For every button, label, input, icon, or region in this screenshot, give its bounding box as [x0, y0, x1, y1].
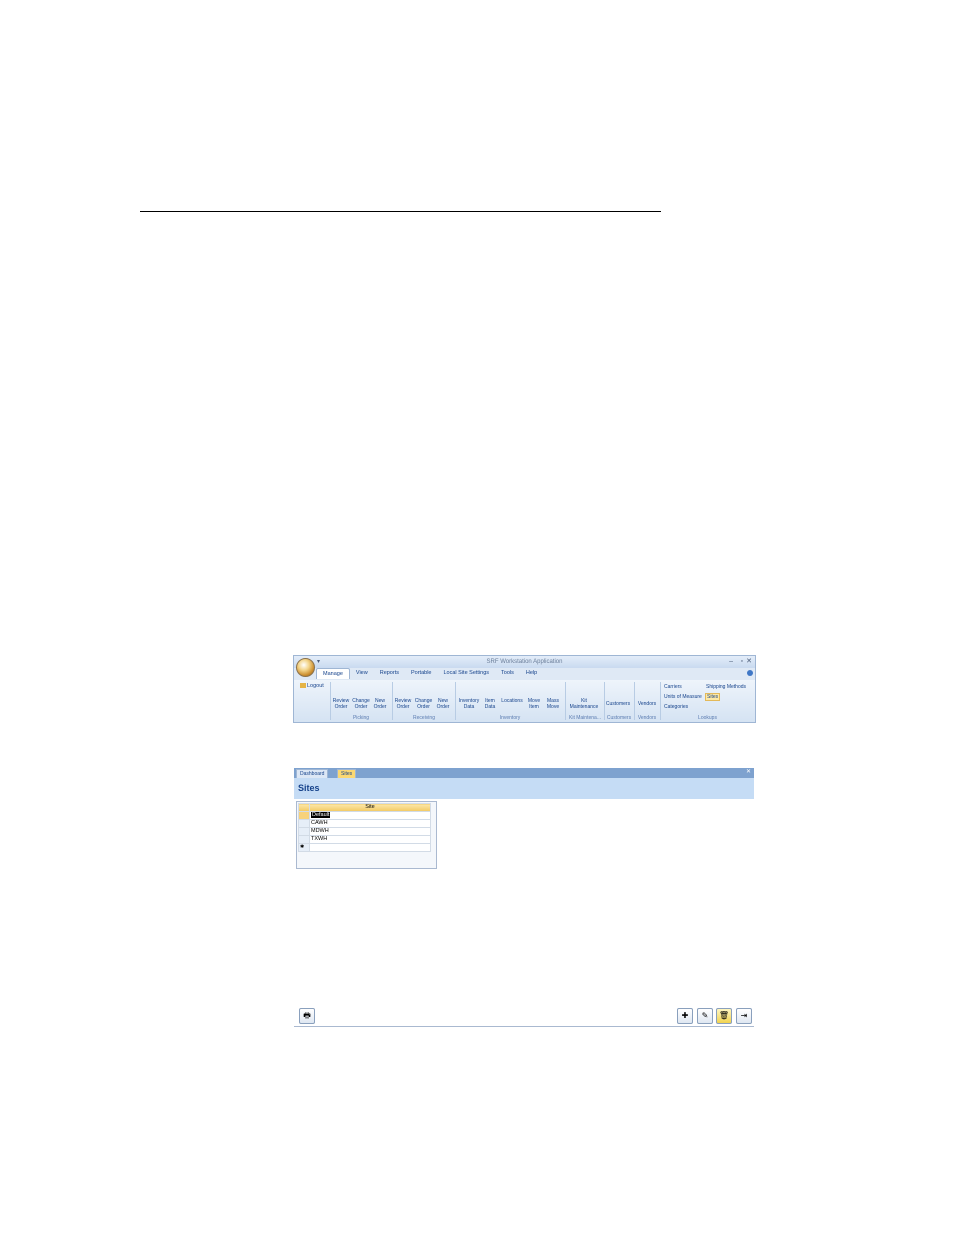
lookup-categories[interactable]: Categories	[664, 704, 688, 710]
tab-local-site-settings[interactable]: Local Site Settings	[437, 668, 495, 679]
lookup-sites[interactable]: Sites	[705, 693, 721, 701]
help-icon[interactable]	[747, 670, 753, 676]
lookup-carriers[interactable]: Carriers	[664, 684, 682, 690]
minimize-icon[interactable]: –	[729, 657, 733, 667]
group-separator	[392, 682, 393, 720]
add-record-button[interactable]: ✚	[677, 1008, 693, 1024]
sites-table: Site Default CAWH MDWH TXWH ✱	[298, 803, 431, 852]
print-icon: 🖶	[303, 1011, 311, 1020]
quick-access-icon[interactable]: ▾	[317, 658, 320, 665]
locations-button[interactable]: Locations	[499, 698, 525, 704]
logout-button[interactable]: Logout	[300, 683, 324, 689]
lookup-units-of-measure[interactable]: Units of Measure	[664, 694, 702, 700]
table-row[interactable]: CAWH	[298, 819, 431, 828]
exit-icon: ⇥	[740, 1011, 748, 1020]
document-link-continued[interactable]	[292, 548, 342, 560]
office-button-icon[interactable]	[296, 658, 315, 677]
column-header-site[interactable]: Site	[309, 803, 431, 812]
sites-datagrid: Site Default CAWH MDWH TXWH ✱	[296, 801, 437, 869]
new-row-icon[interactable]: ✱	[298, 843, 310, 852]
row-selector[interactable]	[298, 811, 310, 820]
tab-portable[interactable]: Portable	[405, 668, 438, 679]
select-all-cell[interactable]	[298, 803, 310, 812]
document-tabs: Dashboard Sites ✕	[294, 768, 754, 780]
group-separator	[455, 682, 456, 720]
table-cell[interactable]	[309, 843, 431, 852]
table-row[interactable]: TXWH	[298, 835, 431, 844]
print-button[interactable]: 🖶	[299, 1008, 315, 1024]
table-cell[interactable]: TXWH	[309, 835, 431, 844]
delete-record-button[interactable]: 🗑	[716, 1008, 732, 1024]
new-order-receiving-button[interactable]: New Order	[435, 698, 451, 710]
tab-reports[interactable]: Reports	[374, 668, 405, 679]
row-selector[interactable]	[298, 819, 310, 828]
change-order-button[interactable]: Change Order	[351, 698, 371, 710]
edit-record-button[interactable]: ✎	[697, 1008, 713, 1024]
kit-maintenance-button[interactable]: Kit Maintenance	[567, 698, 601, 710]
mass-move-button[interactable]: Mass Move	[545, 698, 561, 710]
item-data-button[interactable]: Item Data	[483, 698, 497, 710]
exit-button[interactable]: ⇥	[736, 1008, 752, 1024]
table-row[interactable]: Default	[298, 811, 431, 820]
delete-icon: 🗑	[718, 1011, 730, 1020]
tab-tools[interactable]: Tools	[495, 668, 520, 679]
logout-label: Logout	[307, 683, 324, 689]
group-label-inventory: Inventory	[499, 715, 521, 721]
tab-manage[interactable]: Manage	[316, 668, 350, 679]
review-order-button[interactable]: Review Order	[332, 698, 350, 710]
vendors-button[interactable]: Vendors	[635, 701, 659, 707]
review-order-receiving-button[interactable]: Review Order	[394, 698, 412, 710]
table-row[interactable]: MDWH	[298, 827, 431, 836]
table-cell[interactable]: CAWH	[309, 819, 431, 828]
new-row[interactable]: ✱	[298, 843, 431, 852]
edit-icon: ✎	[701, 1011, 709, 1020]
new-order-button[interactable]: New Order	[372, 698, 388, 710]
group-label-picking: Picking	[352, 715, 370, 721]
logout-icon	[300, 683, 306, 688]
ribbon-app-window: SRF Workstation Application ▾ – ▫ ✕ Mana…	[293, 655, 756, 723]
ribbon-panel: Logout Review Order Change Order New Ord…	[294, 680, 755, 722]
form-header	[294, 778, 754, 799]
row-selector[interactable]	[298, 827, 310, 836]
page-title: Sites	[298, 783, 320, 793]
move-item-button[interactable]: Move Item	[527, 698, 541, 710]
restore-icon[interactable]: ▫	[741, 657, 743, 667]
group-label-vendors: Vendors	[637, 715, 657, 721]
inventory-data-button[interactable]: Inventory Data	[457, 698, 481, 710]
ribbon-tabs: Manage View Reports Portable Local Site …	[316, 668, 543, 679]
table-cell[interactable]: MDWH	[309, 827, 431, 836]
close-tab-icon[interactable]: ✕	[746, 768, 751, 775]
doc-tab-sites-label: Sites	[341, 771, 353, 777]
close-icon[interactable]: ✕	[746, 657, 752, 667]
doc-tab-dashboard-label: Dashboard	[300, 771, 325, 777]
row-selector[interactable]	[298, 835, 310, 844]
customers-button[interactable]: Customers	[605, 701, 631, 707]
document-link[interactable]	[589, 527, 758, 539]
sites-form-window: Dashboard Sites ✕ Sites Site Default CAW…	[294, 768, 754, 1028]
group-separator	[330, 682, 331, 720]
footer-divider	[294, 1026, 754, 1027]
lookup-shipping-methods[interactable]: Shipping Methods	[706, 684, 746, 690]
horizontal-rule	[140, 211, 661, 212]
add-icon: ✚	[681, 1011, 689, 1020]
group-label-lookups: Lookups	[698, 715, 717, 721]
tab-view[interactable]: View	[350, 668, 374, 679]
table-cell[interactable]: Default	[309, 811, 431, 820]
group-label-kit-maintenance: Kit Maintena...	[569, 715, 601, 721]
cell-editing-text[interactable]: Default	[311, 812, 331, 818]
table-header-row: Site	[298, 803, 431, 812]
change-order-receiving-button[interactable]: Change Order	[413, 698, 434, 710]
window-title: SRF Workstation Application	[294, 656, 755, 668]
group-label-customers: Customers	[606, 715, 632, 721]
tab-help[interactable]: Help	[520, 668, 543, 679]
group-label-receiving: Receiving	[413, 715, 435, 721]
